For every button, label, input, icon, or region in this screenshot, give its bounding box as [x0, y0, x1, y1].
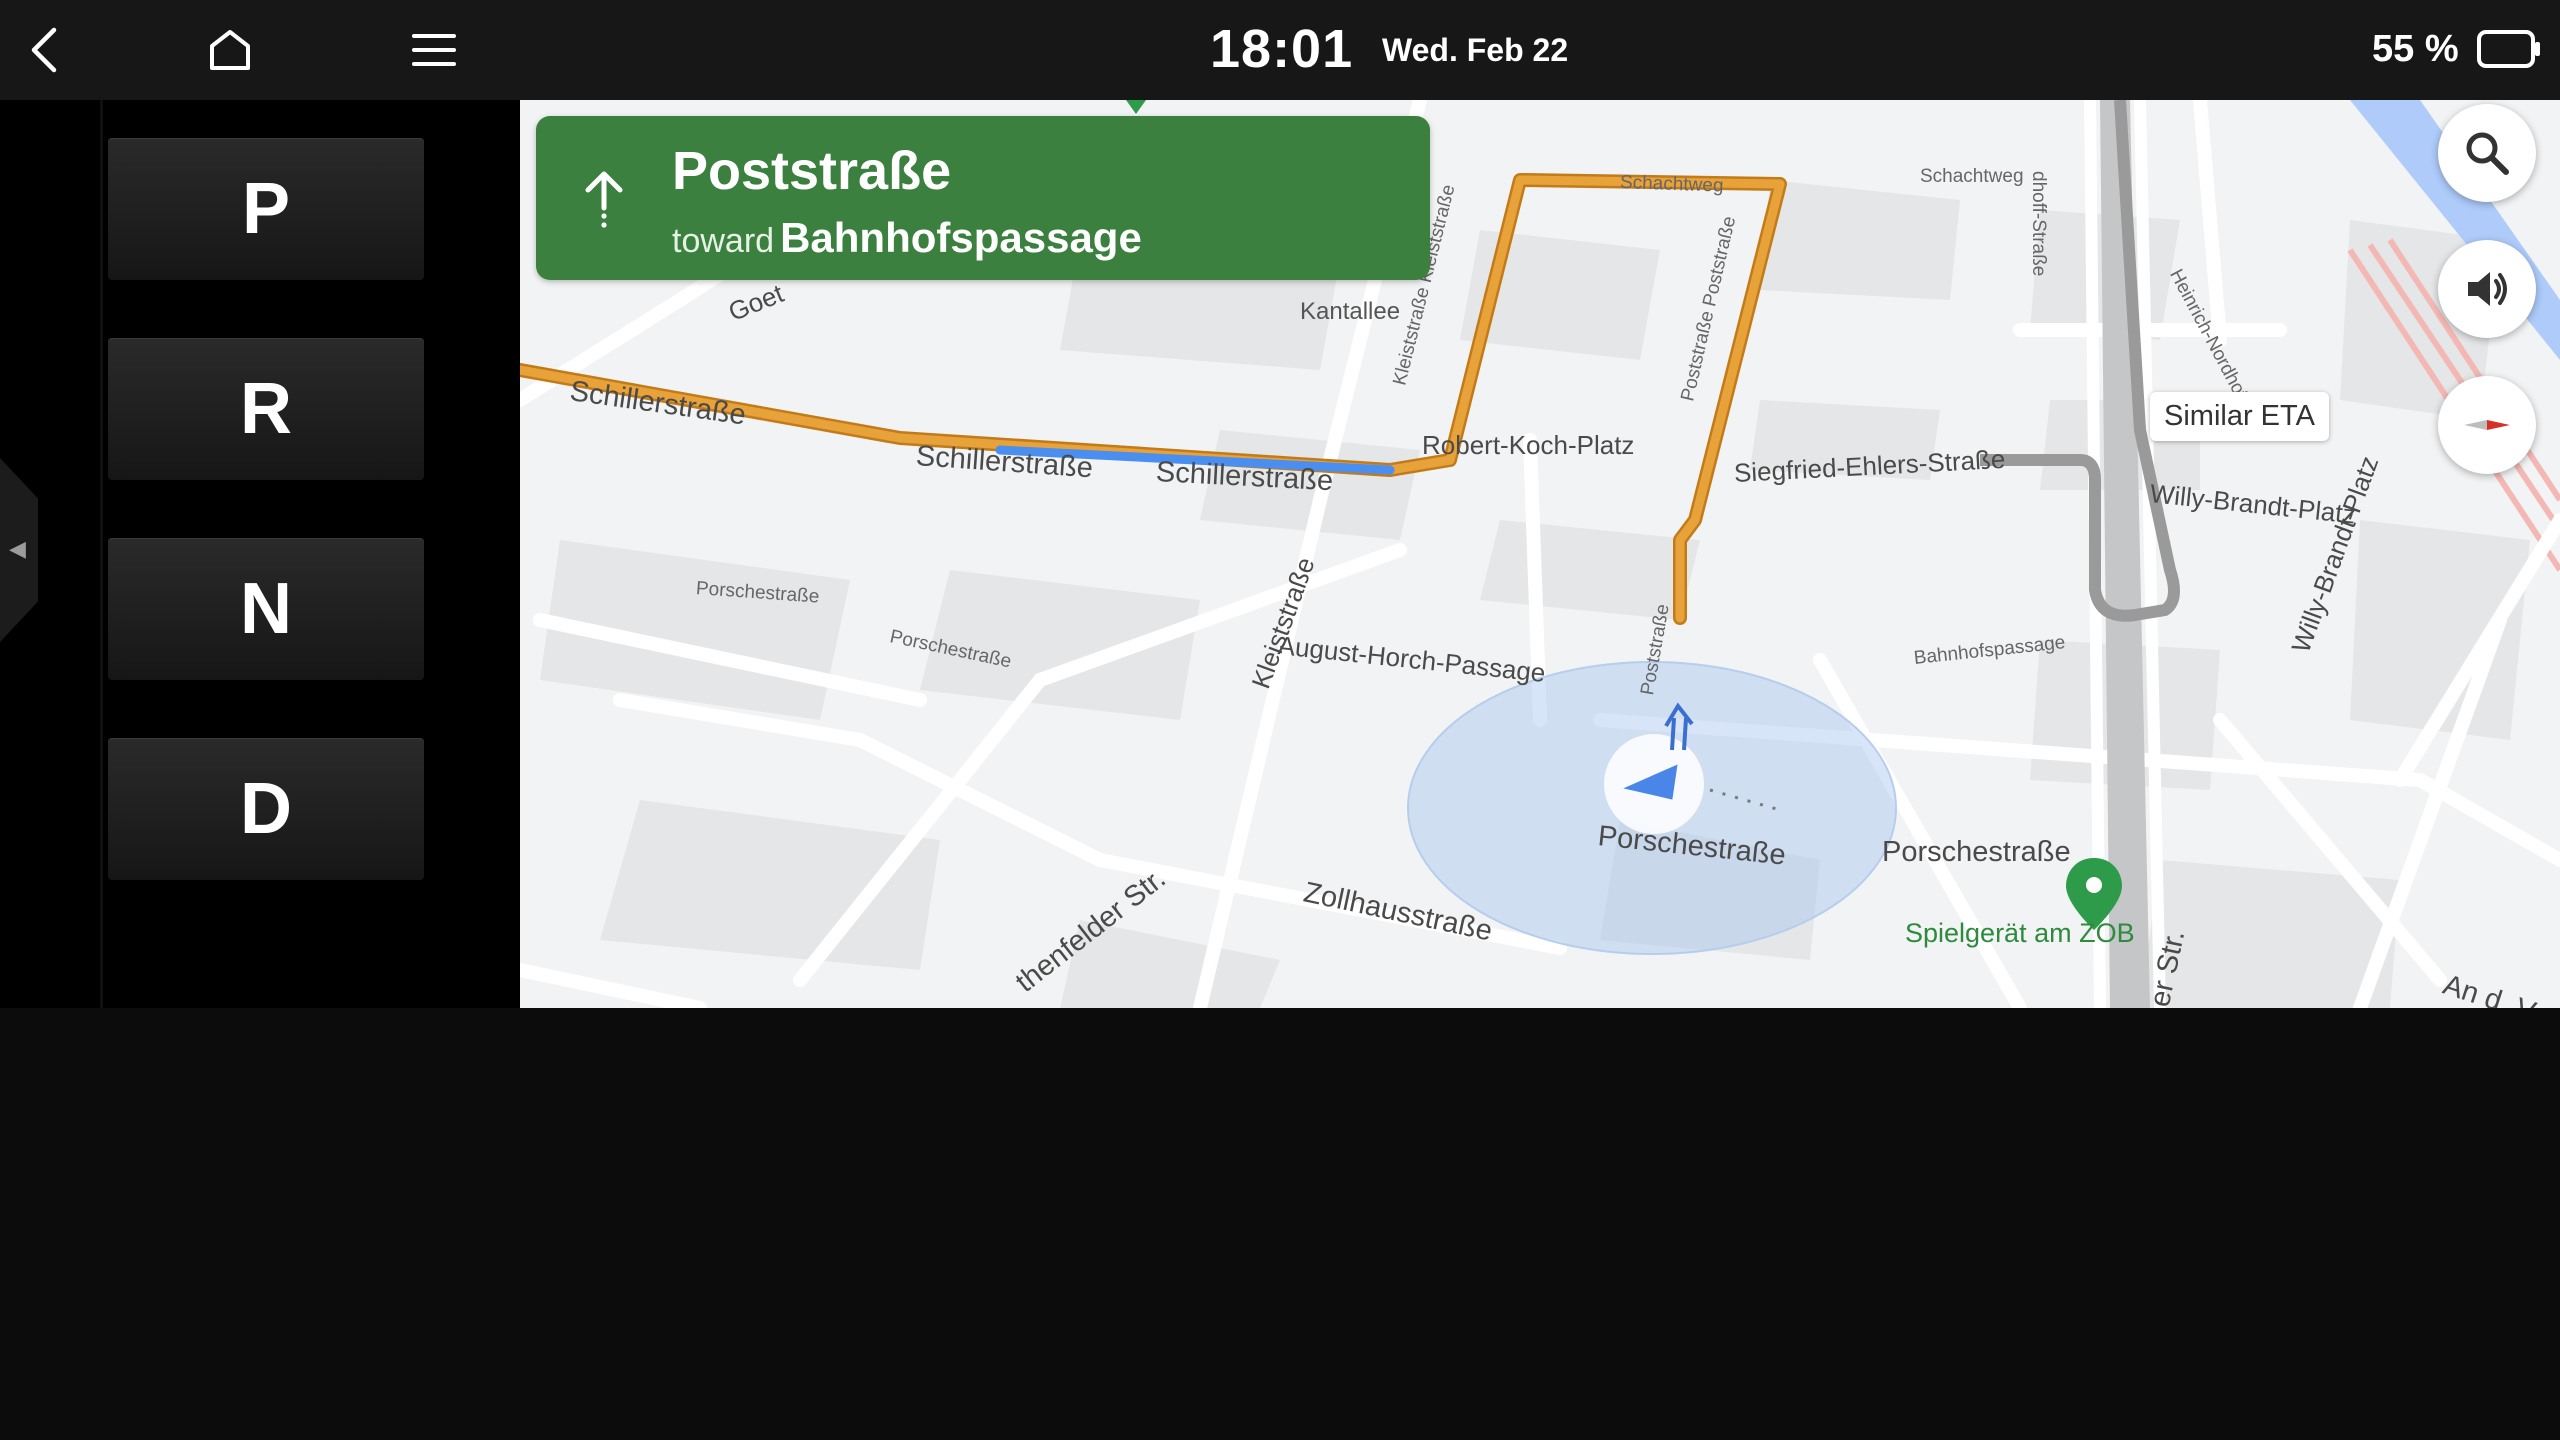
poi-label[interactable]: Spielgerät am ZOB [1905, 918, 2135, 949]
status-bar: 18:01 Wed. Feb 22 55 % [0, 0, 2560, 100]
street-label: Schachtweg [1920, 166, 2024, 187]
compass-button[interactable] [2438, 376, 2536, 474]
chevron-left-icon: ◀ [9, 536, 26, 561]
street-label: Porschestraße [1882, 836, 2071, 868]
street-label: Robert-Koch-Platz [1422, 430, 1635, 460]
back-button[interactable] [14, 18, 78, 82]
battery-percentage: 55 % [2372, 28, 2459, 70]
clock: 18:01 [1210, 19, 1354, 79]
gear-neutral-button[interactable]: N [108, 538, 424, 680]
street-label: dhoff-Straße [2028, 171, 2049, 277]
search-button[interactable] [2438, 104, 2536, 202]
home-button[interactable] [198, 18, 262, 82]
search-icon [2466, 132, 2509, 175]
compass-icon [2464, 420, 2510, 430]
menu-icon [412, 34, 456, 66]
home-icon [210, 30, 250, 70]
volume-icon [2468, 272, 2507, 306]
back-icon [31, 27, 57, 73]
volume-button[interactable] [2438, 240, 2536, 338]
battery-icon [2477, 30, 2540, 68]
gear-drive-button[interactable]: D [108, 738, 424, 880]
date: Wed. Feb 22 [1382, 32, 1569, 68]
toward-destination: Bahnhofspassage [780, 214, 1142, 261]
street-label: Kantallee [1300, 298, 1401, 325]
panel-divider [100, 100, 103, 1008]
toward-label: toward [672, 222, 775, 260]
vehicle-position-icon [1604, 734, 1704, 834]
menu-button[interactable] [402, 18, 466, 82]
gear-park-button[interactable]: P [108, 138, 424, 280]
gear-reverse-button[interactable]: R [108, 338, 424, 480]
turn-by-turn-banner[interactable]: Poststraße toward Bahnhofspassage [536, 116, 1430, 280]
arrow-up-icon [585, 171, 623, 228]
next-street-name: Poststraße [672, 141, 952, 201]
street-label: Schachtweg [1619, 172, 1724, 197]
toward-line: toward Bahnhofspassage [672, 214, 1142, 262]
alternate-route-eta-bubble[interactable]: Similar ETA [2150, 392, 2329, 441]
